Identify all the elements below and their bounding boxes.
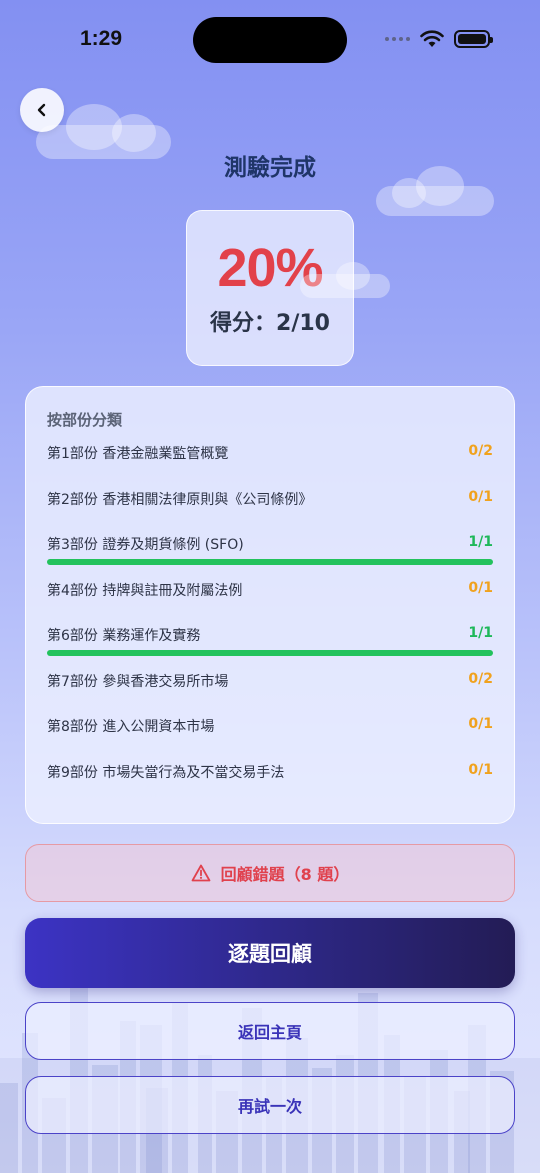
section-label: 第9部份 市場失當行為及不當交易手法: [47, 764, 285, 781]
section-score: 0/2: [468, 443, 493, 459]
section-label: 第6部份 業務運作及實務: [47, 628, 201, 644]
section-progress-bar: [47, 741, 493, 747]
section-score: 0/2: [468, 670, 493, 687]
section-progress-bar: [47, 787, 493, 793]
page-title: 測驗完成: [224, 155, 316, 181]
retry-label: 再試一次: [237, 1097, 302, 1116]
section-breakdown-card: 按部份分類 第1部份 香港金融業監管概覽 0/2 第2部份 香港相關法律原則與《…: [25, 386, 515, 824]
retry-button[interactable]: 再試一次: [25, 1076, 515, 1134]
section-row: 第1部份 香港金融業監管概覽 0/2: [47, 437, 493, 483]
section-progress-bar: [47, 514, 493, 520]
section-score: 0/1: [468, 579, 493, 596]
section-progress-bar: [47, 605, 493, 611]
section-progress-bar: [47, 468, 493, 474]
score-label: 得分：2/10: [210, 311, 330, 336]
section-score: 0/1: [468, 716, 493, 732]
section-score: 1/1: [468, 534, 493, 550]
review-all-button[interactable]: 逐題回顧: [25, 918, 515, 988]
back-button[interactable]: [20, 88, 64, 132]
dynamic-island: [193, 17, 347, 63]
section-row: 第7部份 參與香港交易所市場 0/2: [47, 665, 493, 711]
section-progress-bar: [47, 696, 493, 702]
status-time: 1:29: [80, 27, 123, 50]
section-label: 第3部份 證券及期貨條例 (SFO): [47, 537, 244, 553]
section-score: 0/1: [468, 761, 493, 778]
review-all-label: 逐題回顧: [228, 942, 312, 966]
section-label: 第4部份 持牌與註冊及附屬法例: [47, 582, 243, 599]
section-progress-bar: [47, 559, 493, 565]
battery-icon: [454, 30, 493, 48]
warning-icon: [191, 864, 211, 882]
wifi-icon: [420, 30, 444, 47]
review-wrong-label: 回顧錯題（8 題）: [220, 865, 350, 884]
return-home-label: 返回主頁: [237, 1023, 302, 1042]
review-wrong-answers-button[interactable]: 回顧錯題（8 題）: [25, 844, 515, 902]
section-list: 第1部份 香港金融業監管概覽 0/2 第2部份 香港相關法律原則與《公司條例》 …: [47, 437, 493, 801]
section-row: 第9部份 市場失當行為及不當交易手法 0/1: [47, 756, 493, 802]
signal-icon: [385, 37, 410, 41]
status-icons: [385, 30, 493, 48]
section-row: 第8部份 進入公開資本市場 0/1: [47, 710, 493, 756]
back-chevron-icon: [37, 103, 46, 117]
section-label: 第7部份 參與香港交易所市場: [47, 673, 229, 690]
section-label: 第8部份 進入公開資本市場: [47, 719, 215, 735]
section-row: 第6部份 業務運作及實務 1/1: [47, 619, 493, 665]
section-row: 第2部份 香港相關法律原則與《公司條例》 0/1: [47, 483, 493, 529]
section-progress-bar: [47, 650, 493, 656]
section-score: 0/1: [468, 488, 493, 505]
section-label: 第2部份 香港相關法律原則與《公司條例》: [47, 491, 313, 508]
section-row: 第3部份 證券及期貨條例 (SFO) 1/1: [47, 528, 493, 574]
status-bar: 1:29: [0, 0, 540, 80]
cloud-decoration: [300, 262, 390, 298]
section-score: 1/1: [468, 625, 493, 641]
section-heading: 按部份分類: [47, 411, 123, 429]
return-home-button[interactable]: 返回主頁: [25, 1002, 515, 1060]
section-label: 第1部份 香港金融業監管概覽: [47, 446, 229, 462]
section-row: 第4部份 持牌與註冊及附屬法例 0/1: [47, 574, 493, 620]
